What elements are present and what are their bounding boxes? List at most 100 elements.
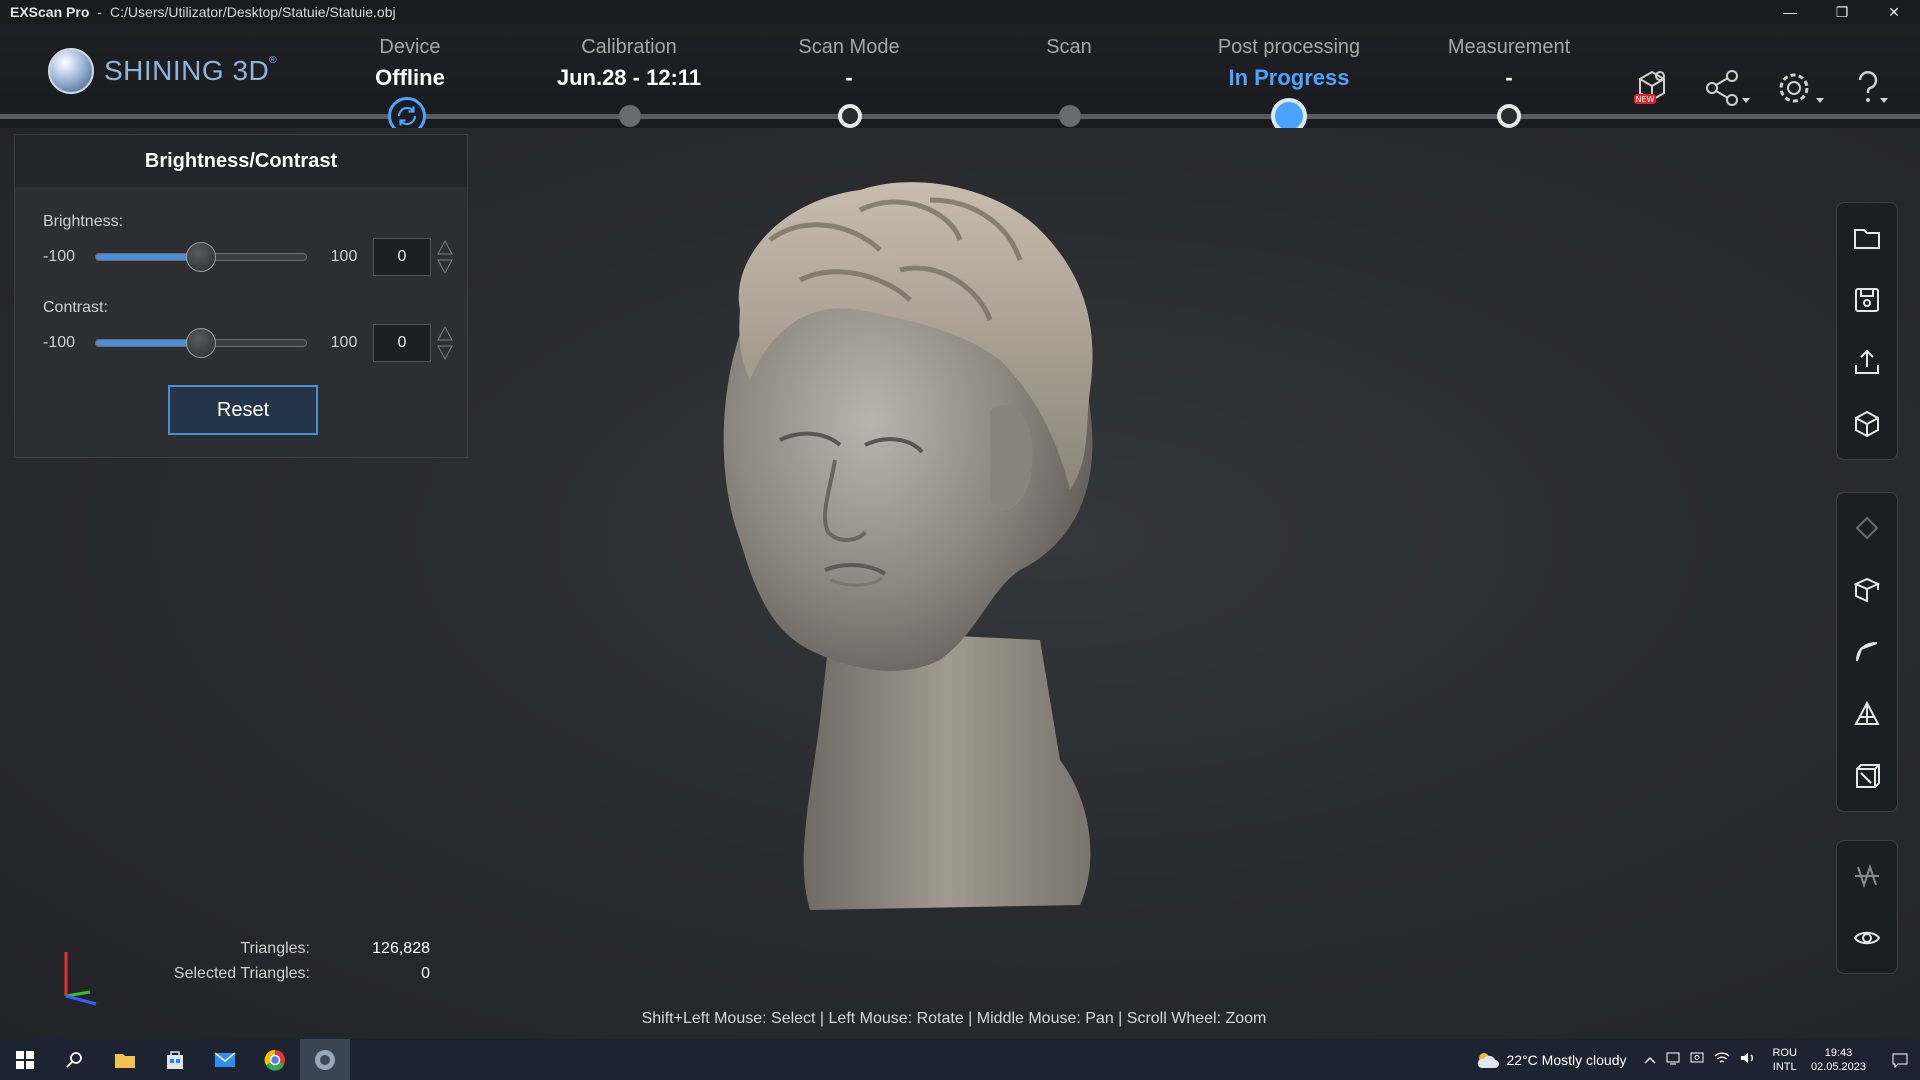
step-status: - — [1505, 65, 1513, 90]
volume-icon[interactable] — [1740, 1051, 1756, 1068]
help-icon[interactable] — [1848, 68, 1900, 108]
language-code: ROU — [1772, 1046, 1797, 1059]
new-feature-icon[interactable]: NEW — [1626, 68, 1678, 108]
stat-row-triangles: Triangles: 126,828 — [160, 936, 430, 961]
chevron-up-icon[interactable] — [1644, 1052, 1657, 1068]
contrast-slider-thumb[interactable] — [186, 328, 216, 358]
step-node-scan-mode[interactable] — [838, 104, 862, 128]
file-path: C:/Users/Utilizator/Desktop/Statuie/Stat… — [110, 4, 396, 20]
clock[interactable]: 19:43 02.05.2023 — [1811, 1046, 1866, 1074]
step-status: - — [845, 65, 853, 90]
title-separator: - — [97, 4, 103, 20]
contrast-min: -100 — [43, 334, 76, 351]
file-explorer-icon[interactable] — [100, 1039, 150, 1080]
store-icon[interactable] — [150, 1039, 200, 1080]
window-controls: — ❐ ✕ — [1764, 0, 1920, 24]
notification-icon[interactable] — [1880, 1039, 1920, 1080]
brightness-contrast-panel: Brightness/Contrast Brightness: -100 100… — [14, 134, 468, 458]
taskbar: 22°C Mostly cloudy ROU INTL 19:43 02.05.… — [0, 1039, 1920, 1080]
step-label: Calibration — [581, 36, 677, 58]
reset-button[interactable]: Reset — [168, 385, 318, 435]
brightness-slider-thumb[interactable] — [186, 242, 216, 272]
brightness-label: Brightness: — [43, 213, 124, 230]
app-name: EXScan Pro — [10, 4, 90, 20]
window-title-bar: EXScan Pro - C:/Users/Utilizator/Desktop… — [0, 0, 1920, 24]
close-button[interactable]: ✕ — [1868, 0, 1920, 24]
brightness-max: 100 — [330, 248, 358, 265]
header: SHINING 3D® Device Offline Calibration J… — [0, 24, 1920, 135]
triangles-label: Triangles: — [240, 939, 310, 957]
brightness-row: -100 100 0 — [43, 237, 463, 277]
keyboard-layout: INTL — [1772, 1060, 1797, 1073]
edit-toolbar — [1836, 492, 1898, 812]
step-scan-mode[interactable]: Scan Mode - — [749, 36, 949, 91]
mail-icon[interactable] — [200, 1039, 250, 1080]
step-calibration[interactable]: Calibration Jun.28 - 12:11 — [529, 36, 729, 91]
step-label: Scan — [1046, 36, 1092, 58]
cloud-sun-icon — [1477, 1052, 1499, 1068]
axis-gizmo-icon — [64, 952, 97, 1006]
restore-button[interactable]: ❐ — [1816, 0, 1868, 24]
windows-start-icon[interactable] — [0, 1039, 50, 1080]
contrast-input[interactable]: 0 — [373, 324, 431, 362]
share-icon[interactable] — [1700, 68, 1752, 108]
language-indicator[interactable]: ROU INTL — [1772, 1046, 1796, 1074]
view-toolbar — [1836, 840, 1898, 974]
mouse-hint: Shift+Left Mouse: Select | Left Mouse: R… — [641, 1010, 1267, 1027]
step-status — [969, 65, 1169, 91]
contrast-slider[interactable] — [95, 328, 307, 358]
stat-row-selected: Selected Triangles: 0 — [160, 961, 430, 986]
box-cut-icon[interactable] — [1837, 559, 1897, 621]
step-status: Jun.28 - 12:11 — [556, 65, 702, 90]
folder-icon[interactable] — [1837, 207, 1897, 269]
display-icon[interactable] — [1690, 1051, 1704, 1068]
step-post-processing[interactable]: Post processing In Progress — [1189, 36, 1389, 91]
statue-3d-model[interactable] — [660, 160, 1200, 930]
step-node-scan[interactable] — [1059, 105, 1081, 127]
wifi-icon[interactable] — [1714, 1051, 1730, 1068]
save-icon[interactable] — [1837, 269, 1897, 331]
header-icons: NEW — [1626, 68, 1900, 108]
step-device[interactable]: Device Offline — [310, 36, 510, 91]
svg-text:NEW: NEW — [1636, 95, 1655, 104]
clock-date: 02.05.2023 — [1810, 1060, 1866, 1073]
network-monitor-icon[interactable] — [1666, 1051, 1680, 1068]
chrome-icon[interactable] — [250, 1039, 300, 1080]
selected-triangles-value: 0 — [421, 964, 430, 982]
mesh-wave-icon[interactable] — [1837, 845, 1897, 907]
brightness-spin-arrows-icon[interactable] — [435, 238, 455, 276]
step-node-calibration[interactable] — [619, 105, 641, 127]
contrast-spin-arrows-icon[interactable] — [435, 324, 455, 362]
exscan-taskbar-icon[interactable] — [300, 1039, 350, 1080]
step-label: Post processing — [1217, 36, 1361, 58]
brightness-min: -100 — [43, 248, 76, 265]
step-node-measurement[interactable] — [1497, 104, 1521, 128]
mesh-stats: Triangles: 126,828 Selected Triangles: 0 — [160, 936, 430, 986]
triangles-value: 126,828 — [372, 939, 430, 957]
brightness-slider[interactable] — [95, 242, 307, 272]
step-scan[interactable]: Scan — [969, 36, 1169, 91]
settings-icon[interactable] — [1774, 68, 1826, 108]
progress-line — [0, 114, 1920, 119]
selected-triangles-label: Selected Triangles: — [173, 964, 310, 982]
weather-widget[interactable]: 22°C Mostly cloudy — [1475, 1050, 1626, 1070]
eraser-icon[interactable] — [1837, 497, 1897, 559]
export-icon[interactable] — [1837, 331, 1897, 393]
step-status: In Progress — [1228, 65, 1350, 90]
eye-icon[interactable] — [1837, 907, 1897, 969]
triangle-icon[interactable] — [1837, 683, 1897, 745]
step-measurement[interactable]: Measurement - — [1409, 36, 1609, 91]
section-icon[interactable] — [1837, 745, 1897, 807]
tray-icons — [1644, 1051, 1756, 1068]
contrast-row: -100 100 0 — [43, 323, 463, 363]
minimize-button[interactable]: — — [1764, 0, 1816, 24]
search-icon[interactable] — [50, 1039, 100, 1080]
step-label: Scan Mode — [798, 36, 900, 58]
system-tray: 22°C Mostly cloudy ROU INTL 19:43 02.05.… — [1475, 1039, 1920, 1080]
step-label: Device — [379, 36, 441, 58]
brightness-input[interactable]: 0 — [373, 238, 431, 276]
contrast-label: Contrast: — [43, 299, 108, 316]
curve-icon[interactable] — [1837, 621, 1897, 683]
cube-icon[interactable] — [1837, 393, 1897, 455]
file-toolbar — [1836, 202, 1898, 460]
